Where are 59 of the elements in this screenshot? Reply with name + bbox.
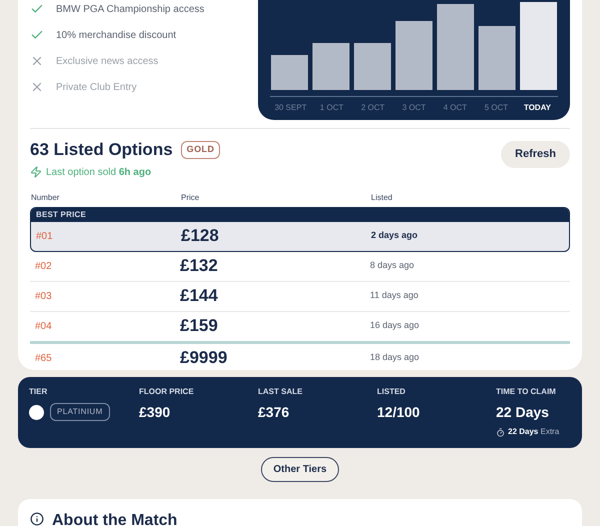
other-tiers-button[interactable]: Other Tiers [261, 457, 339, 482]
chart-axis-label: TODAY [522, 102, 552, 114]
option-number: #03 [35, 290, 53, 304]
benefit-label: Private Club Entry [56, 80, 137, 94]
chart-axis-label: 2 OCT [360, 102, 386, 114]
benefit-label: Exclusive news access [56, 54, 158, 68]
listed-time: 16 days ago [370, 319, 420, 332]
tier-badge: PLATINIUM [50, 403, 110, 421]
stat-label: LISTED [377, 386, 406, 398]
chart-bar [478, 26, 516, 90]
listing-row[interactable]: #02 £132 8 days ago [30, 252, 570, 280]
column-header: Price [181, 192, 200, 204]
listed-time: 11 days ago [370, 289, 418, 302]
listing-row[interactable]: #65 £9999 18 days ago [30, 344, 570, 372]
option-number: #04 [35, 320, 53, 334]
chart-bar [271, 55, 308, 90]
stat-label: TIER [29, 386, 48, 398]
chart-axis-label: 3 OCT [401, 102, 427, 114]
listing-row[interactable]: #03 £144 11 days ago [30, 280, 570, 310]
option-number: #01 [36, 230, 54, 244]
option-number: #02 [35, 260, 53, 274]
listed-time: 2 days ago [371, 229, 418, 242]
benefit-label: 10% merchandise discount [56, 28, 176, 42]
option-price: £9999 [180, 347, 228, 370]
last-sold-text: Last option sold 6h ago [46, 166, 152, 180]
listed-time: 8 days ago [370, 259, 414, 272]
chart-axis-label: 5 OCT [483, 102, 510, 114]
chart-axis-label: 4 OCT [442, 102, 468, 114]
column-header: Listed [371, 192, 392, 204]
option-price: £144 [180, 285, 219, 308]
refresh-button[interactable]: Refresh [501, 141, 570, 168]
chart-bar [354, 43, 391, 90]
option-price: £128 [181, 225, 220, 248]
best-price-label: BEST PRICE [36, 208, 86, 220]
stat-value: 22 Days [496, 403, 550, 422]
info-icon [30, 512, 44, 526]
stat-label: TIME TO CLAIM [496, 386, 557, 398]
option-number: #65 [35, 352, 53, 366]
extra-time-text: 22 Days Extra [508, 426, 560, 438]
chart-bar [396, 21, 432, 90]
option-price: £159 [180, 315, 219, 338]
stat-value: £390 [139, 403, 172, 422]
section-title: About the Match [52, 511, 178, 526]
stat-label: FLOOR PRICE [139, 386, 195, 398]
option-price: £132 [180, 255, 219, 278]
best-price-row[interactable]: BEST PRICE #01 £128 2 days ago [30, 206, 570, 252]
column-header: Number [31, 192, 60, 204]
listings-title: 63 Listed Options [30, 139, 173, 161]
stat-value: 12/100 [377, 403, 421, 422]
chart-bar [312, 43, 350, 90]
chart-axis-label: 30 SEPT [274, 102, 308, 114]
tier-badge: GOLD [180, 141, 220, 158]
timer-icon [496, 428, 505, 436]
chart-axis-label: 1 OCT [318, 102, 344, 114]
listed-time: 18 days ago [370, 351, 420, 364]
benefit-label: BMW PGA Championship access [56, 2, 204, 16]
lightning-icon [30, 166, 42, 178]
stat-value: £376 [258, 403, 290, 422]
stat-label: LAST SALE [258, 386, 304, 398]
